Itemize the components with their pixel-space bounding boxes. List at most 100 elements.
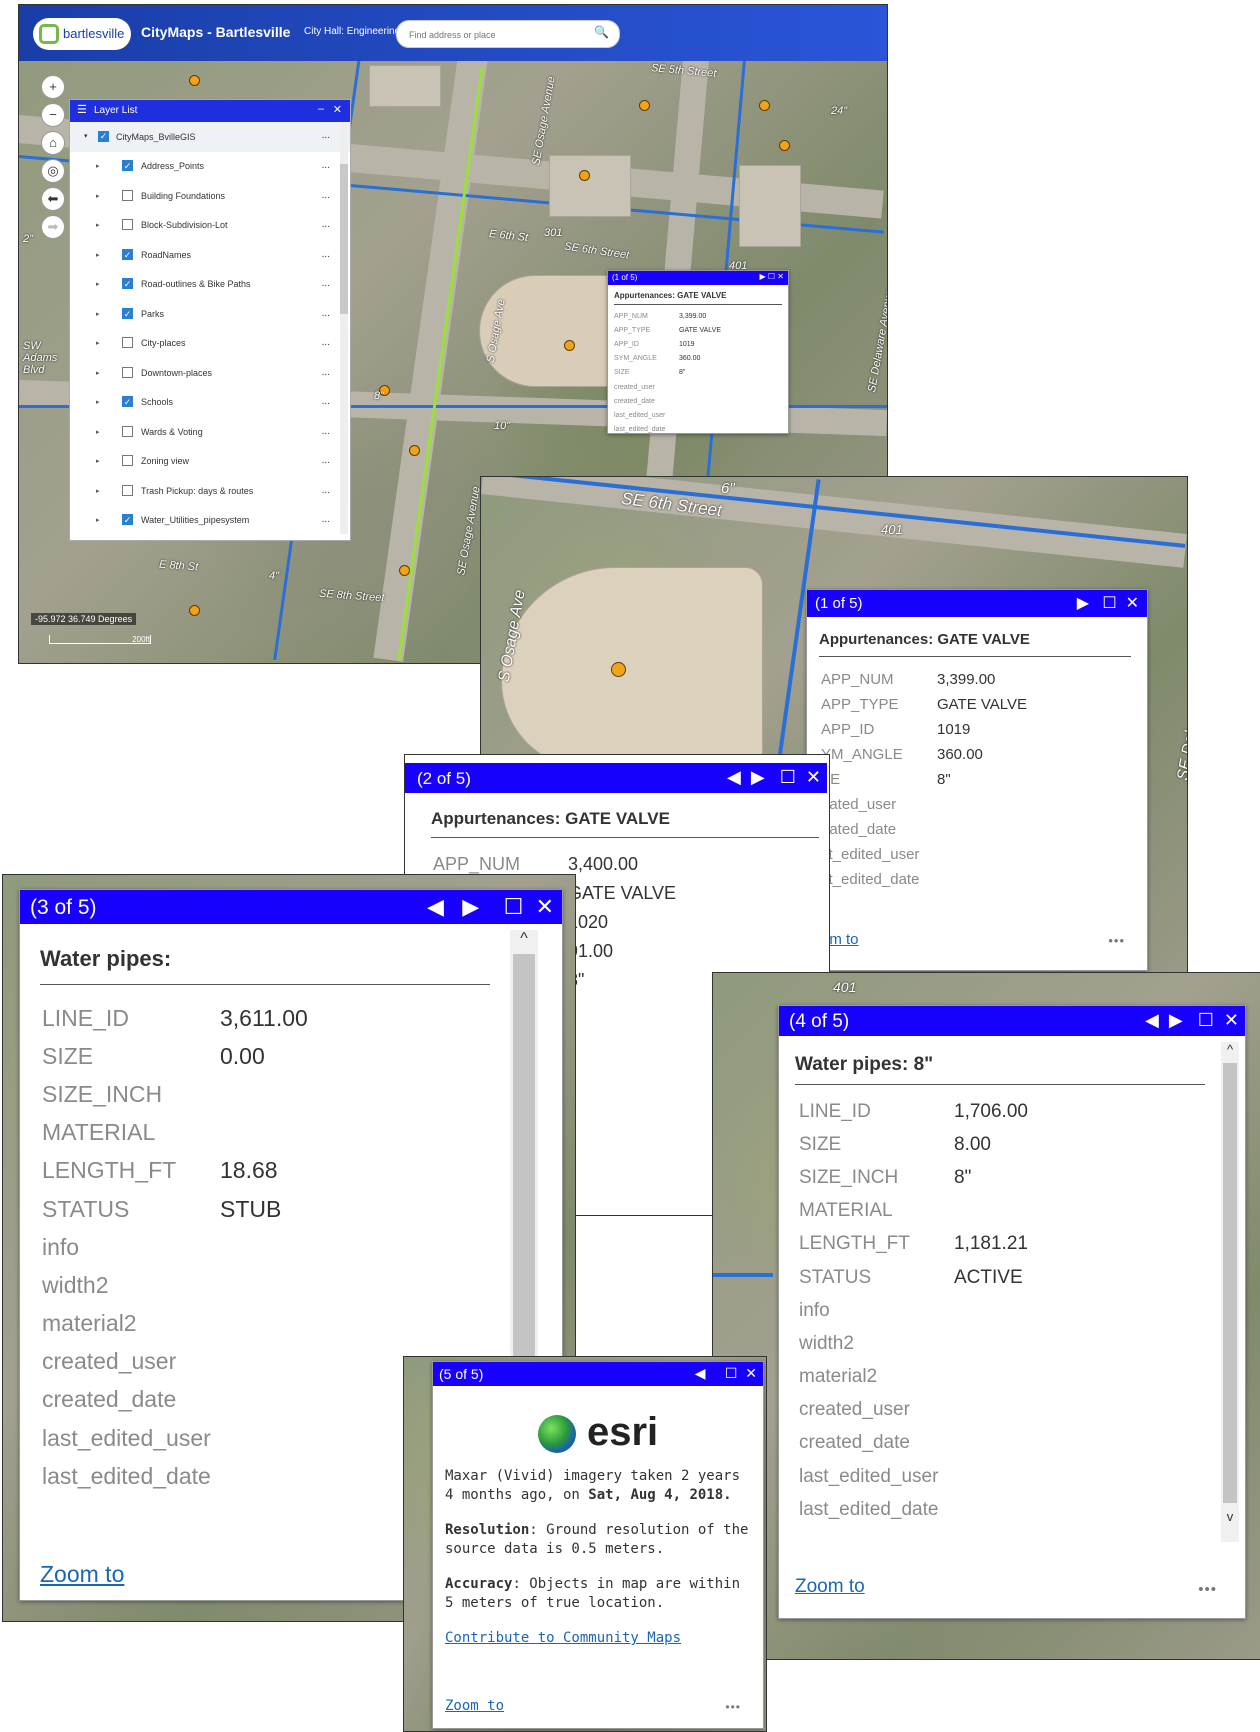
more-options-icon[interactable]: ...: [322, 249, 330, 260]
more-options-icon[interactable]: •••: [1108, 933, 1125, 948]
layer-item[interactable]: ▸ Wards & Voting...: [70, 418, 350, 448]
layer-checkbox[interactable]: [122, 455, 133, 466]
maximize-icon[interactable]: ☐: [725, 1365, 738, 1381]
zoom-out-button[interactable]: −: [41, 103, 65, 127]
city-logo[interactable]: bartlesville: [33, 18, 131, 50]
more-options-icon[interactable]: ...: [322, 190, 330, 201]
chevron-right-icon[interactable]: ▸: [96, 398, 100, 406]
chevron-down-icon[interactable]: ▾: [84, 132, 88, 140]
layer-item[interactable]: ▸ Downtown-places...: [70, 359, 350, 389]
search-icon[interactable]: 🔍: [594, 25, 609, 39]
more-options-icon[interactable]: ...: [322, 219, 330, 230]
layer-item[interactable]: ▸ Zoning view...: [70, 447, 350, 477]
chevron-right-icon[interactable]: ▸: [96, 310, 100, 318]
layer-checkbox[interactable]: ✓: [122, 248, 133, 260]
chevron-right-icon[interactable]: ▸: [96, 369, 100, 377]
forward-icon[interactable]: ➡: [41, 215, 65, 239]
layer-checkbox[interactable]: ✓: [98, 131, 109, 142]
layer-checkbox[interactable]: ✓: [122, 160, 133, 171]
maximize-icon[interactable]: ☐: [1198, 1010, 1214, 1030]
close-icon[interactable]: ✕: [333, 103, 342, 116]
minimize-button[interactable]: –: [318, 103, 324, 115]
search-input[interactable]: [407, 25, 586, 45]
zoom-in-button[interactable]: +: [41, 75, 65, 99]
more-options-icon[interactable]: ...: [322, 485, 330, 496]
next-icon[interactable]: ▶: [760, 272, 766, 281]
layer-item[interactable]: ▸ ✓ Road-outlines & Bike Paths...: [70, 270, 350, 300]
layer-checkbox[interactable]: [122, 219, 133, 230]
layer-item[interactable]: ▸ Block-Subdivision-Lot...: [70, 211, 350, 241]
scroll-up-icon[interactable]: ^: [1221, 1042, 1239, 1057]
scroll-up-icon[interactable]: ^: [510, 930, 538, 948]
zoom-to-link[interactable]: Zoom to: [445, 1698, 504, 1714]
search-box[interactable]: 🔍: [396, 20, 620, 48]
prev-icon[interactable]: ◀: [427, 894, 444, 919]
chevron-right-icon[interactable]: ▸: [96, 516, 100, 524]
more-options-icon[interactable]: ...: [322, 426, 330, 437]
next-icon[interactable]: ▶: [1169, 1010, 1183, 1030]
more-options-icon[interactable]: ...: [322, 367, 330, 378]
more-options-icon[interactable]: ...: [322, 396, 330, 407]
next-icon[interactable]: ▶: [751, 767, 765, 787]
layer-checkbox[interactable]: ✓: [122, 307, 133, 319]
layer-checkbox[interactable]: [122, 484, 133, 496]
maximize-icon[interactable]: ☐: [780, 767, 796, 787]
scrollbar[interactable]: ^ v: [1221, 1042, 1239, 1542]
chevron-right-icon[interactable]: ▸: [96, 162, 100, 170]
more-options-icon[interactable]: ...: [322, 160, 330, 171]
close-icon[interactable]: ✕: [536, 894, 554, 919]
close-icon[interactable]: ✕: [745, 1365, 757, 1381]
more-options-icon[interactable]: ...: [322, 337, 330, 348]
next-icon[interactable]: ▶: [1077, 595, 1089, 612]
layer-checkbox[interactable]: [122, 189, 133, 201]
prev-icon[interactable]: ◀: [727, 767, 741, 787]
home-icon[interactable]: ⌂: [41, 131, 65, 155]
contribute-link[interactable]: Contribute to Community Maps: [445, 1630, 681, 1646]
layer-root[interactable]: ▾ ✓ CityMaps_BvilleGIS ...: [70, 122, 350, 152]
more-options-icon[interactable]: ...: [322, 455, 330, 466]
layer-item[interactable]: ▸ ✓ Address_Points...: [70, 152, 350, 182]
close-icon[interactable]: ✕: [1224, 1010, 1239, 1030]
back-icon[interactable]: ⬅: [41, 187, 65, 211]
more-options-icon[interactable]: ...: [322, 514, 330, 525]
scrollbar[interactable]: [340, 124, 348, 534]
close-icon[interactable]: ✕: [1126, 595, 1139, 612]
close-icon[interactable]: ✕: [806, 767, 821, 787]
more-options-icon[interactable]: ...: [322, 308, 330, 319]
more-options-icon[interactable]: ...: [322, 130, 330, 141]
layer-item[interactable]: ▸ Building Foundations...: [70, 182, 350, 212]
layer-checkbox[interactable]: ✓: [122, 278, 133, 289]
layer-checkbox[interactable]: [122, 425, 133, 437]
layer-checkbox[interactable]: ✓: [122, 514, 133, 525]
more-options-icon[interactable]: ...: [322, 278, 330, 289]
zoom-to-link[interactable]: Zoom to: [795, 1576, 865, 1598]
layer-checkbox[interactable]: [122, 366, 133, 378]
layer-item[interactable]: ▸ ✓ Schools...: [70, 388, 350, 418]
maximize-icon[interactable]: ☐: [1102, 595, 1116, 612]
chevron-right-icon[interactable]: ▸: [96, 251, 100, 259]
layer-item[interactable]: ▸ ✓ Water_Utilities_pipesystem...: [70, 506, 350, 536]
chevron-right-icon[interactable]: ▸: [96, 192, 100, 200]
prev-icon[interactable]: ◀: [695, 1365, 706, 1381]
more-options-icon[interactable]: •••: [725, 1700, 741, 1714]
layer-item[interactable]: ▸ City-places...: [70, 329, 350, 359]
layer-item[interactable]: ▸ ✓ Parks...: [70, 300, 350, 330]
chevron-right-icon[interactable]: ▸: [96, 221, 100, 229]
zoom-to-link[interactable]: Zoom to: [40, 1561, 124, 1588]
chevron-right-icon[interactable]: ▸: [96, 280, 100, 288]
layer-item[interactable]: ▸ Trash Pickup: days & routes...: [70, 477, 350, 507]
maximize-icon[interactable]: ☐: [504, 894, 524, 919]
layer-checkbox[interactable]: [122, 337, 133, 348]
chevron-right-icon[interactable]: ▸: [96, 339, 100, 347]
more-options-icon[interactable]: •••: [1198, 1581, 1217, 1598]
prev-icon[interactable]: ◀: [1145, 1010, 1159, 1030]
layer-checkbox[interactable]: ✓: [122, 396, 133, 407]
chevron-right-icon[interactable]: ▸: [96, 457, 100, 465]
chevron-right-icon[interactable]: ▸: [96, 428, 100, 436]
locate-icon[interactable]: ◎: [41, 159, 65, 183]
next-icon[interactable]: ▶: [462, 894, 479, 919]
maximize-icon[interactable]: ☐: [768, 272, 775, 281]
layer-item[interactable]: ▸ ✓ RoadNames...: [70, 241, 350, 271]
close-icon[interactable]: ✕: [777, 272, 784, 281]
chevron-right-icon[interactable]: ▸: [96, 487, 100, 495]
